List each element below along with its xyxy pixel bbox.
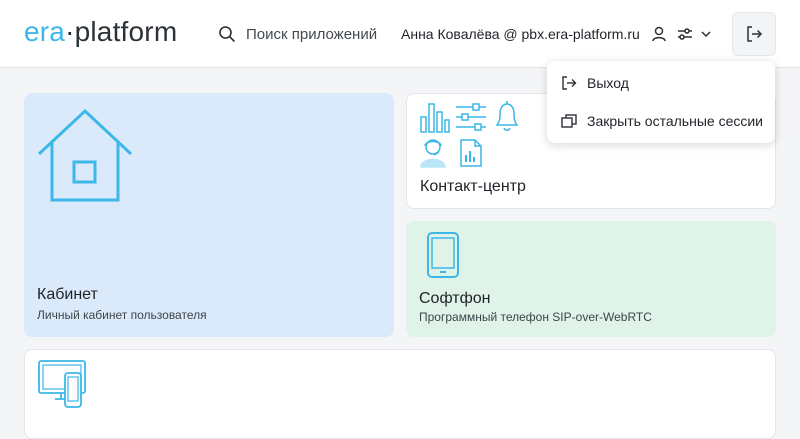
logo-platform: platform <box>74 16 178 47</box>
user-icon <box>650 25 668 43</box>
menu-item-close-sessions-label: Закрыть остальные сессии <box>587 113 763 129</box>
user-menu[interactable]: Анна Ковалёва @ pbx.era-platform.ru <box>401 22 668 46</box>
report-icon <box>459 138 483 168</box>
search-icon <box>218 25 236 43</box>
cabinet-card[interactable]: Кабинет Личный кабинет пользователя <box>24 93 394 337</box>
devices-icon <box>37 359 89 409</box>
operator-icon <box>419 136 447 168</box>
cabinet-title: Кабинет <box>37 286 98 303</box>
logout-button[interactable] <box>732 12 776 56</box>
sliders-icon <box>676 25 694 43</box>
app-search[interactable]: Поиск приложений <box>218 22 377 46</box>
settings-toggle[interactable] <box>676 22 712 46</box>
menu-item-close-sessions[interactable]: Закрыть остальные сессии <box>561 109 763 133</box>
softphone-title: Софтфон <box>419 290 491 307</box>
logo-separator: · <box>65 16 75 47</box>
logo[interactable]: era·platform <box>24 14 177 50</box>
logo-era: era <box>24 16 66 47</box>
logout-icon <box>745 25 763 43</box>
user-name: Анна Ковалёва @ pbx.era-platform.ru <box>401 26 640 42</box>
softphone-card[interactable]: Софтфон Программный телефон SIP-over-Web… <box>406 221 776 337</box>
contact-center-title: Контакт-центр <box>420 178 526 195</box>
windows-icon <box>561 113 577 129</box>
top-bar: era·platform Поиск приложений Анна Ковал… <box>0 0 800 68</box>
equalizer-icon <box>455 102 487 132</box>
bell-icon <box>493 100 521 132</box>
search-label: Поиск приложений <box>246 25 378 43</box>
house-icon <box>36 107 134 203</box>
menu-item-logout[interactable]: Выход <box>561 71 629 95</box>
logout-icon <box>561 75 577 91</box>
chevron-down-icon <box>700 28 712 40</box>
softphone-subtitle: Программный телефон SIP-over-WebRTC <box>419 310 652 324</box>
user-dropdown: Выход Закрыть остальные сессии <box>547 61 775 143</box>
phone-icon <box>426 231 460 279</box>
menu-item-logout-label: Выход <box>587 75 629 91</box>
devices-card[interactable] <box>24 349 776 439</box>
bar-chart-icon <box>419 100 451 134</box>
cabinet-subtitle: Личный кабинет пользователя <box>37 308 207 322</box>
